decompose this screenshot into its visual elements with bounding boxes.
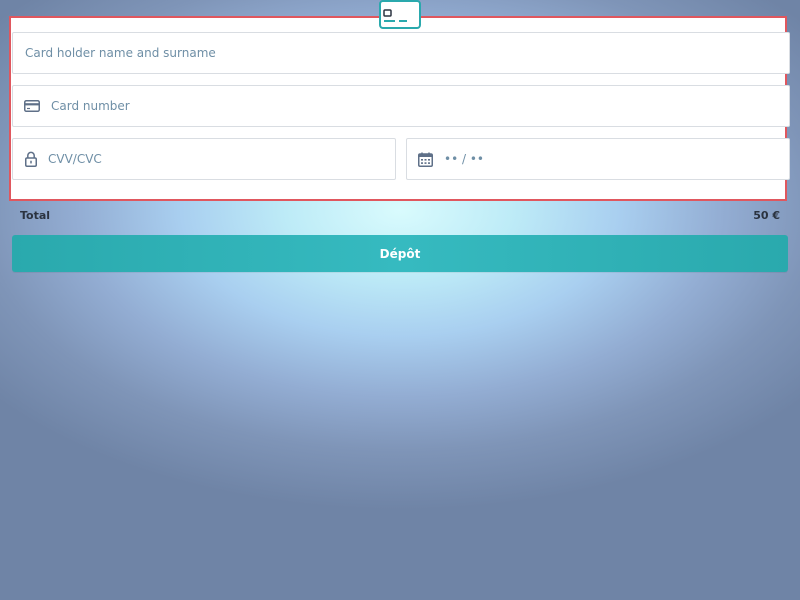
cardholder-name-input[interactable]: Card holder name and surname (12, 32, 790, 74)
cardholder-name-placeholder: Card holder name and surname (25, 46, 216, 60)
credit-card-icon (379, 0, 421, 29)
lock-icon (25, 151, 37, 167)
cvv-input[interactable]: CVV/CVC (12, 138, 396, 180)
expiry-date-placeholder: •• / •• (444, 152, 484, 166)
total-value: 50 € (753, 208, 780, 222)
card-number-placeholder: Card number (51, 99, 130, 113)
total-label: Total (20, 208, 51, 222)
card-number-input[interactable]: Card number (12, 85, 790, 127)
credit-card-icon (24, 100, 40, 112)
calendar-icon (418, 152, 433, 167)
deposit-button[interactable]: Dépôt (12, 235, 788, 272)
card-form: Card holder name and surname Card number… (9, 16, 790, 201)
cvv-placeholder: CVV/CVC (48, 152, 102, 166)
expiry-date-input[interactable]: •• / •• (406, 138, 790, 180)
total-row: Total 50 € (20, 206, 780, 224)
